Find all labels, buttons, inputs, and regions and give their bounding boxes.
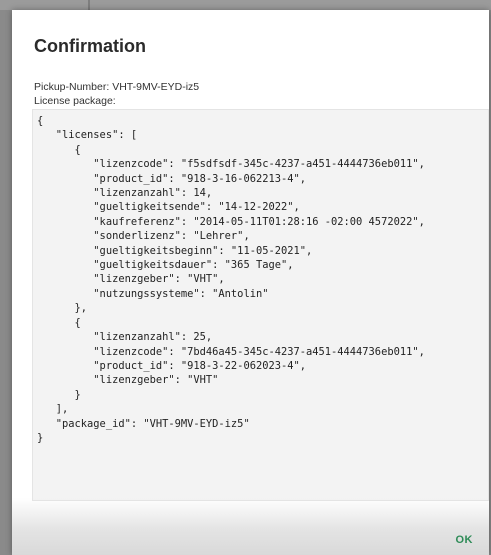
background-divider <box>88 0 90 10</box>
confirmation-dialog: Confirmation Pickup-Number: VHT-9MV-EYD-… <box>12 10 489 555</box>
dialog-footer <box>12 498 489 555</box>
ok-button[interactable]: OK <box>450 530 480 550</box>
background-window-strip <box>0 0 491 10</box>
dialog-title: Confirmation <box>34 36 146 56</box>
license-package-label: License package: <box>34 95 116 107</box>
pickup-number-text: Pickup-Number: VHT-9MV-EYD-iz5 <box>34 81 200 93</box>
license-package-json: { "licenses": [ { "lizenzcode": "f5sdfsd… <box>32 109 489 501</box>
